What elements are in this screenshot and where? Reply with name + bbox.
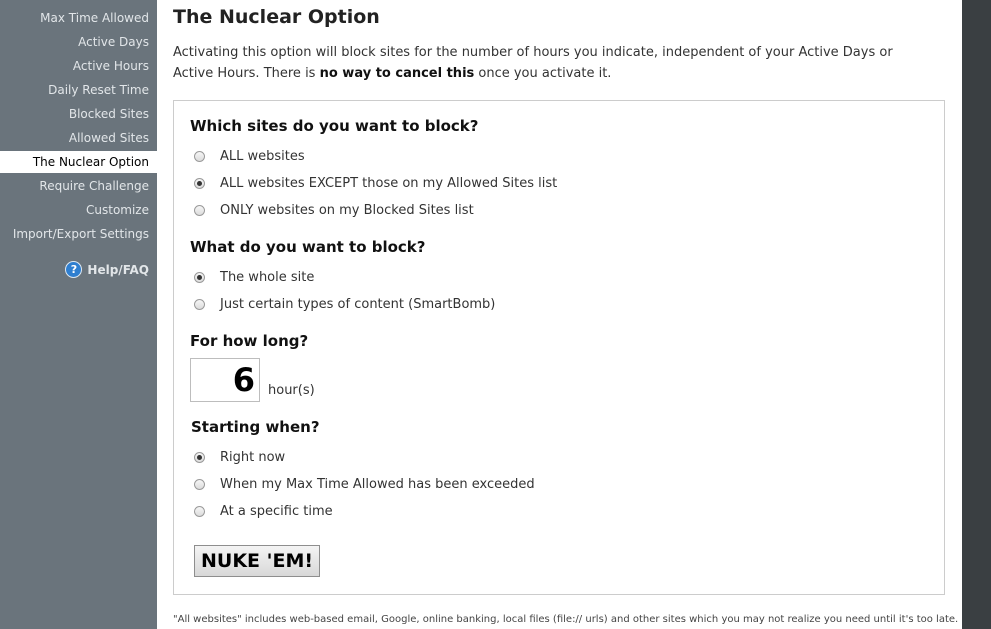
duration-heading: For how long? <box>190 332 309 350</box>
sidebar: Max Time Allowed Active Days Active Hour… <box>0 0 157 629</box>
what-option-whole-site[interactable]: The whole site <box>194 270 314 285</box>
main-content: The Nuclear Option Activating this optio… <box>157 0 962 629</box>
sites-heading: Which sites do you want to block? <box>190 117 479 135</box>
sites-option-all-except-allowed[interactable]: ALL websites EXCEPT those on my Allowed … <box>194 176 557 191</box>
radio-button-checked[interactable] <box>194 452 205 463</box>
start-option-specific-time[interactable]: At a specific time <box>194 504 333 519</box>
footnote: "All websites" includes web-based email,… <box>173 614 959 625</box>
help-icon: ? <box>65 261 83 278</box>
hours-unit-label: hour(s) <box>268 383 315 398</box>
right-side-bar <box>962 0 991 629</box>
start-option-max-time-exceeded[interactable]: When my Max Time Allowed has been exceed… <box>194 477 535 492</box>
sidebar-item-nuclear-option[interactable]: The Nuclear Option <box>0 151 157 173</box>
radio-button[interactable] <box>194 151 205 162</box>
sidebar-item-active-hours[interactable]: Active Hours <box>73 59 149 73</box>
what-option-whole-site-label: The whole site <box>220 270 315 285</box>
sidebar-item-max-time-allowed[interactable]: Max Time Allowed <box>40 11 149 25</box>
radio-button[interactable] <box>194 205 205 216</box>
radio-button[interactable] <box>194 506 205 517</box>
help-faq-link[interactable]: ? Help/FAQ <box>65 261 149 278</box>
intro-warning-text: no way to cancel this <box>319 66 475 81</box>
start-option-right-now[interactable]: Right now <box>194 450 285 465</box>
sites-option-all[interactable]: ALL websites <box>194 149 305 164</box>
sidebar-item-import-export-settings[interactable]: Import/Export Settings <box>13 227 149 241</box>
what-heading: What do you want to block? <box>190 238 426 256</box>
sidebar-item-daily-reset-time[interactable]: Daily Reset Time <box>48 83 149 97</box>
sidebar-item-require-challenge[interactable]: Require Challenge <box>39 179 149 193</box>
sites-option-only-blocked[interactable]: ONLY websites on my Blocked Sites list <box>194 203 474 218</box>
sidebar-item-allowed-sites[interactable]: Allowed Sites <box>69 131 149 145</box>
nuclear-options-panel: Which sites do you want to block? ALL we… <box>173 100 945 595</box>
what-option-smartbomb[interactable]: Just certain types of content (SmartBomb… <box>194 297 495 312</box>
radio-button[interactable] <box>194 299 205 310</box>
radio-button-checked[interactable] <box>194 178 205 189</box>
radio-button[interactable] <box>194 479 205 490</box>
start-option-max-time-exceeded-label: When my Max Time Allowed has been exceed… <box>220 477 535 492</box>
sidebar-item-customize[interactable]: Customize <box>86 203 149 217</box>
hours-input[interactable]: 6 <box>190 358 260 402</box>
intro-text: Activating this option will block sites … <box>173 42 933 84</box>
sites-option-all-except-allowed-label: ALL websites EXCEPT those on my Allowed … <box>220 176 558 191</box>
sites-option-only-blocked-label: ONLY websites on my Blocked Sites list <box>220 203 474 218</box>
page-title: The Nuclear Option <box>173 6 380 28</box>
start-option-right-now-label: Right now <box>220 450 286 465</box>
what-option-smartbomb-label: Just certain types of content (SmartBomb… <box>220 297 496 312</box>
radio-button-checked[interactable] <box>194 272 205 283</box>
sidebar-item-active-days[interactable]: Active Days <box>78 35 149 49</box>
nuke-button[interactable]: NUKE 'EM! <box>194 545 321 577</box>
sites-option-all-label: ALL websites <box>220 149 305 164</box>
help-faq-label: Help/FAQ <box>87 262 149 277</box>
intro-text-part2: once you activate it. <box>474 66 612 81</box>
start-option-specific-time-label: At a specific time <box>220 504 333 519</box>
start-heading: Starting when? <box>191 418 320 436</box>
sidebar-item-blocked-sites[interactable]: Blocked Sites <box>69 107 149 121</box>
